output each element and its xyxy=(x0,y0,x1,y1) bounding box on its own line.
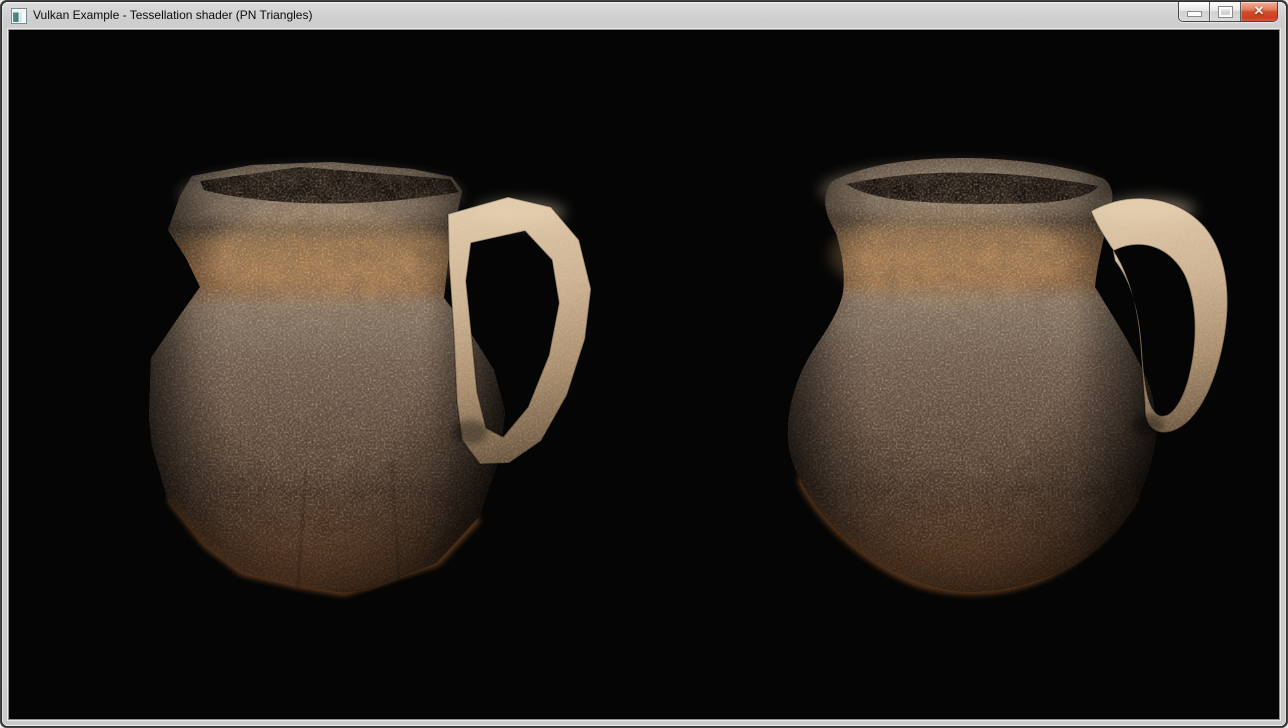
app-window: Vulkan Example - Tessellation shader (PN… xyxy=(0,0,1288,728)
screenshot-stage: Vulkan Example - Tessellation shader (PN… xyxy=(0,0,1288,728)
maximize-button[interactable] xyxy=(1210,2,1241,21)
maximize-icon xyxy=(1218,6,1233,18)
window-controls: ✕ xyxy=(1178,2,1278,22)
minimize-icon xyxy=(1187,11,1202,17)
close-icon: ✕ xyxy=(1254,3,1265,19)
titlebar[interactable]: Vulkan Example - Tessellation shader (PN… xyxy=(2,2,1286,29)
render-viewport[interactable] xyxy=(8,29,1280,720)
jug-tessellated xyxy=(788,158,1228,592)
jug-low-poly xyxy=(149,162,591,593)
window-title: Vulkan Example - Tessellation shader (PN… xyxy=(33,2,312,29)
vulkan-render xyxy=(9,30,1279,719)
app-icon xyxy=(11,8,27,24)
minimize-button[interactable] xyxy=(1179,2,1210,21)
app-icon-glyph xyxy=(13,10,25,22)
close-button[interactable]: ✕ xyxy=(1241,2,1277,21)
